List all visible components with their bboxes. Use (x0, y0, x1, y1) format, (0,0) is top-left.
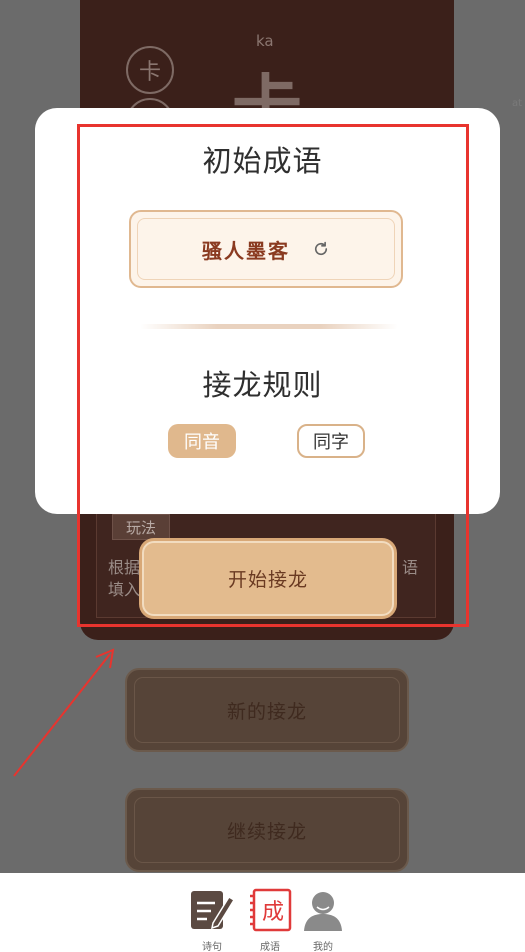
tab-mine-label: 我的 (313, 942, 333, 952)
annotation-arrow-icon (13, 648, 115, 777)
idiom-book-icon: 成 (250, 888, 292, 932)
tab-poetry-label: 诗句 (202, 942, 222, 952)
idiom-book-glyph: 成 (262, 900, 284, 925)
bottom-tab-bar: 诗句 成 成语 我的 (0, 873, 525, 952)
tab-idiom[interactable]: 成 成语 (245, 887, 295, 952)
user-avatar-icon (304, 892, 342, 931)
tab-idiom-label: 成语 (260, 942, 280, 952)
tab-mine[interactable]: 我的 (298, 887, 348, 952)
tab-poetry[interactable]: 诗句 (187, 887, 237, 952)
pencil-note-icon (191, 891, 236, 930)
